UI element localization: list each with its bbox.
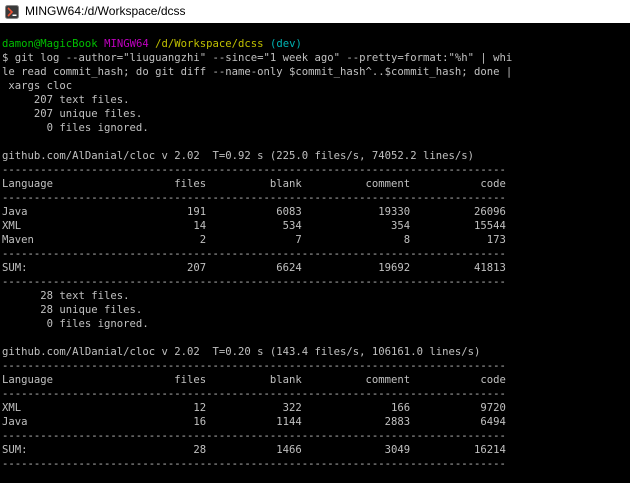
separator: ----------------------------------------… xyxy=(2,192,506,204)
separator: ----------------------------------------… xyxy=(2,458,506,470)
table-sum-row: SUM: 207 6624 19692 41813 xyxy=(2,262,506,274)
prompt-path: /d/Workspace/dcss xyxy=(155,38,264,50)
title-bar[interactable]: MINGW64:/d/Workspace/dcss xyxy=(0,0,630,23)
table-header: Language files blank comment code xyxy=(2,178,506,190)
separator: ----------------------------------------… xyxy=(2,360,506,372)
summary-line: 207 unique files. xyxy=(2,108,143,120)
terminal-text: damon@MagicBook MINGW64 /d/Workspace/dcs… xyxy=(2,37,512,471)
separator: ----------------------------------------… xyxy=(2,276,506,288)
git-bash-icon xyxy=(5,5,19,19)
table-sum-row: SUM: 28 1466 3049 16214 xyxy=(2,444,506,456)
separator: ----------------------------------------… xyxy=(2,388,506,400)
cloc-header: github.com/AlDanial/cloc v 2.02 T=0.92 s… xyxy=(2,150,474,162)
prompt-shell: MINGW64 xyxy=(104,38,149,50)
table-header: Language files blank comment code xyxy=(2,374,506,386)
summary-line: 0 files ignored. xyxy=(2,122,149,134)
terminal-output[interactable]: damon@MagicBook MINGW64 /d/Workspace/dcs… xyxy=(0,23,630,483)
table-row: Java 16 1144 2883 6494 xyxy=(2,416,506,428)
separator: ----------------------------------------… xyxy=(2,430,506,442)
summary-line: 28 unique files. xyxy=(2,304,143,316)
table-row: Java 191 6083 19330 26096 xyxy=(2,206,506,218)
cloc-header: github.com/AlDanial/cloc v 2.02 T=0.20 s… xyxy=(2,346,481,358)
prompt-user-host: damon@MagicBook xyxy=(2,38,98,50)
separator: ----------------------------------------… xyxy=(2,248,506,260)
command-line: $ git log --author="liuguangzhi" --since… xyxy=(2,52,513,64)
summary-line: 207 text files. xyxy=(2,94,130,106)
table-row: Maven 2 7 8 173 xyxy=(2,234,506,246)
window-title: MINGW64:/d/Workspace/dcss xyxy=(25,4,186,18)
separator: ----------------------------------------… xyxy=(2,164,506,176)
prompt-branch: (dev) xyxy=(269,38,302,50)
terminal-window: MINGW64:/d/Workspace/dcss damon@MagicBoo… xyxy=(0,0,630,483)
command-line: xargs cloc xyxy=(2,80,73,92)
table-row: XML 12 322 166 9720 xyxy=(2,402,506,414)
summary-line: 28 text files. xyxy=(2,290,130,302)
table-row: XML 14 534 354 15544 xyxy=(2,220,506,232)
prompt-line: damon@MagicBook MINGW64 /d/Workspace/dcs… xyxy=(2,37,512,51)
command-line: le read commit_hash; do git diff --name-… xyxy=(2,66,513,78)
summary-line: 0 files ignored. xyxy=(2,318,149,330)
